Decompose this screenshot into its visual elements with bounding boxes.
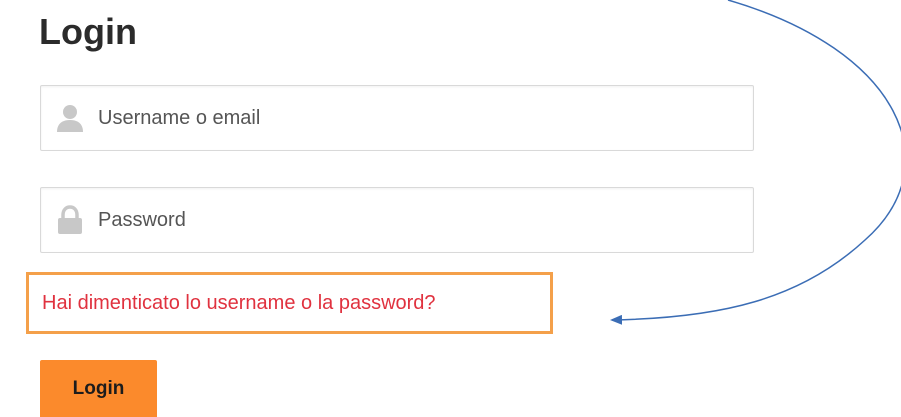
user-icon	[55, 103, 85, 133]
username-field[interactable]	[40, 85, 754, 151]
lock-icon	[55, 205, 85, 235]
login-button[interactable]: Login	[40, 360, 157, 417]
password-field[interactable]	[40, 187, 754, 253]
username-input[interactable]	[98, 86, 743, 150]
password-input[interactable]	[98, 188, 743, 252]
forgot-password-highlight: Hai dimenticato lo username o la passwor…	[26, 272, 553, 334]
forgot-password-link[interactable]: Hai dimenticato lo username o la passwor…	[42, 292, 436, 315]
page-title: Login	[39, 11, 137, 52]
